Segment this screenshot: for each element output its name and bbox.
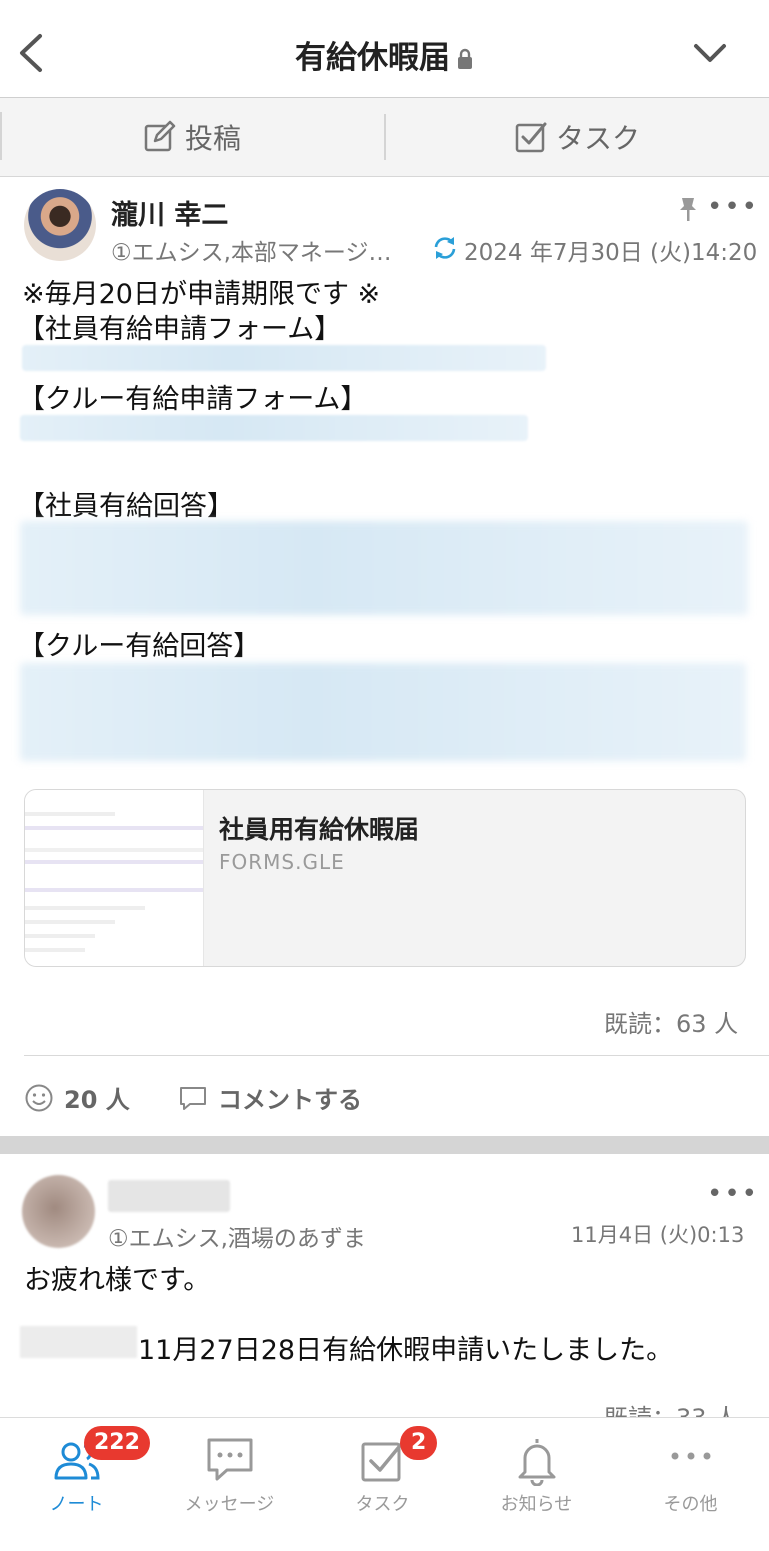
- post-text-line: お疲れ様です。: [24, 1265, 211, 1296]
- author-department: ①エムシス,酒場のあずま: [108, 1226, 366, 1252]
- tab-label: タスク: [355, 1494, 410, 1515]
- post-button[interactable]: 投稿: [0, 98, 384, 176]
- sync-icon: [432, 236, 458, 264]
- post-date: 2024 年7月30日 (火)14:20: [464, 240, 758, 266]
- redacted-link[interactable]: [20, 663, 746, 761]
- chat-icon: [207, 1438, 252, 1481]
- task-button[interactable]: タスク: [385, 98, 769, 176]
- author-department: ①エムシス,本部マネージ…: [111, 240, 392, 266]
- post-text-line: 【社員有給申請フォーム】: [18, 314, 342, 345]
- link-card-title: 社員用有給休暇届: [219, 815, 420, 844]
- notification-badge: 2: [400, 1426, 438, 1460]
- post-text-line: 【クルー有給回答】: [18, 631, 261, 662]
- header-bar: 有給休暇届: [0, 0, 769, 98]
- task-button-label: タスク: [555, 122, 640, 155]
- author-name-redacted[interactable]: [108, 1180, 230, 1212]
- comment-label: コメントする: [218, 1086, 362, 1114]
- tab-label: お知らせ: [500, 1494, 573, 1515]
- post-text-line: 【社員有給回答】: [18, 491, 234, 522]
- smiley-icon: [25, 1084, 53, 1111]
- lock-icon: [456, 42, 474, 78]
- reaction-count: 20 人: [64, 1086, 130, 1114]
- page-title: 有給休暇届: [0, 32, 769, 78]
- chevron-down-icon[interactable]: [690, 38, 730, 68]
- post-date: 11月4日 (火)0:13: [571, 1223, 745, 1247]
- post-separator: [0, 1136, 769, 1154]
- post-text-line: 【クルー有給申請フォーム】: [18, 384, 368, 415]
- tab-label: ノート: [49, 1494, 104, 1515]
- tab-task[interactable]: タスク 2: [306, 1418, 459, 1551]
- comment-button[interactable]: コメントする: [178, 1080, 362, 1115]
- link-card-url: FORMS.GLE: [219, 850, 345, 874]
- link-thumbnail: [25, 790, 204, 966]
- checkbox-icon: [515, 122, 547, 153]
- more-options-icon[interactable]: •••: [707, 192, 759, 222]
- page-title-text: 有給休暇届: [295, 40, 450, 76]
- more-options-icon[interactable]: •••: [707, 1179, 759, 1209]
- tab-label: メッセージ: [184, 1494, 275, 1515]
- divider: [0, 112, 2, 160]
- tab-note[interactable]: ノート 222: [0, 1418, 153, 1551]
- tab-message[interactable]: メッセージ: [153, 1418, 306, 1551]
- bell-icon: [518, 1439, 555, 1486]
- redacted-link[interactable]: [20, 415, 528, 441]
- pin-icon: [680, 198, 696, 221]
- divider: [24, 1055, 769, 1056]
- post-text-line: 11月27日28日有給休暇申請いたしました。: [138, 1335, 674, 1366]
- author-name[interactable]: 瀧川 幸二: [111, 193, 228, 232]
- redacted-name: [20, 1326, 137, 1358]
- post-text-line: ※毎月20日が申請期限です ※: [22, 279, 381, 310]
- redacted-link[interactable]: [20, 521, 748, 615]
- tab-notifications[interactable]: お知らせ: [460, 1418, 613, 1551]
- read-count[interactable]: 既読：63 人: [604, 1004, 738, 1039]
- avatar[interactable]: [22, 1175, 95, 1248]
- tab-more[interactable]: その他: [614, 1418, 767, 1551]
- link-preview-card[interactable]: 社員用有給休暇届 FORMS.GLE: [24, 789, 746, 967]
- redacted-link[interactable]: [22, 345, 546, 371]
- bottom-tab-bar: ノート 222 メッセージ タスク 2 お知らせ その他: [0, 1417, 769, 1551]
- avatar[interactable]: [24, 189, 96, 261]
- tab-label: その他: [663, 1494, 718, 1515]
- post-button-label: 投稿: [184, 122, 241, 155]
- more-horizontal-icon: [671, 1452, 710, 1460]
- notification-badge: 222: [84, 1426, 150, 1460]
- comment-icon: [180, 1086, 206, 1110]
- divider: [384, 114, 386, 160]
- edit-icon: [144, 120, 176, 152]
- reaction-button[interactable]: 20 人: [24, 1080, 130, 1115]
